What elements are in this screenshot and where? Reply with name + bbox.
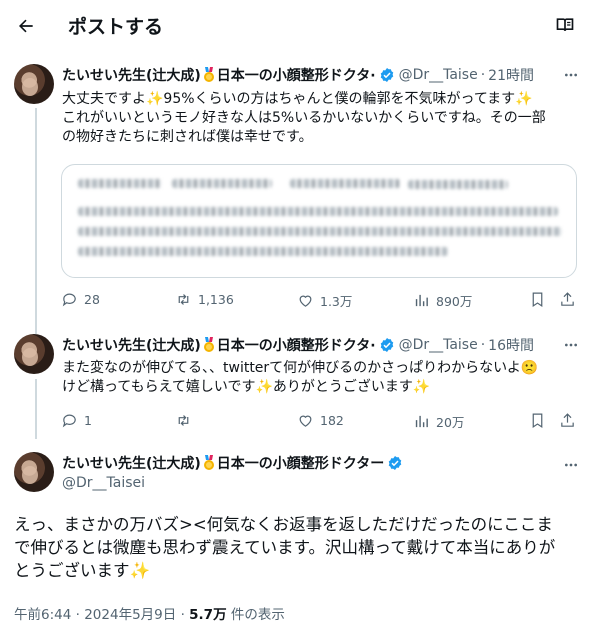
handle[interactable]: @Dr__Taise — [399, 67, 478, 83]
share-icon — [561, 413, 574, 427]
blurred-content — [78, 247, 448, 256]
page-title: ポストする — [68, 16, 164, 38]
thread-connector — [35, 108, 37, 334]
like-button[interactable]: 182 — [297, 412, 344, 429]
post-time[interactable]: 16時間 — [488, 335, 534, 355]
blurred-content — [172, 179, 272, 188]
reply-icon — [62, 414, 76, 428]
avatar[interactable] — [14, 64, 54, 104]
verified-badge-icon — [380, 338, 393, 352]
verified-badge-icon — [380, 68, 393, 82]
blurred-content — [78, 179, 162, 188]
bookmark-icon — [532, 413, 543, 429]
share-button[interactable] — [559, 412, 576, 429]
arrow-left-icon — [19, 19, 33, 33]
post-text-line: これがいいというモノ好きな人は5%いるかいないかくらいですね。その一部 — [62, 110, 546, 126]
post-text-line: とうございます✨ — [14, 561, 151, 580]
like-count: 182 — [320, 413, 344, 428]
display-name-suffix[interactable]: 日本一の小顔整形ドクター — [217, 453, 384, 473]
blurred-content — [290, 179, 400, 188]
medal-icon — [202, 67, 216, 83]
display-name-suffix[interactable]: 日本一の小顔整形ドクタ· — [217, 335, 376, 355]
repost-count: 1,136 — [198, 292, 234, 307]
post-header: ポストする — [0, 0, 592, 52]
handle[interactable]: @Dr__Taise — [399, 337, 478, 353]
reply-count: 28 — [84, 292, 100, 307]
views-button[interactable]: 890万 — [413, 291, 472, 310]
repost-button[interactable] — [175, 412, 198, 429]
separator-dot: · — [75, 607, 85, 623]
post-author-row: たいせい先生(辻大成) 日本一の小顔整形ドクター — [62, 453, 403, 473]
reply-button[interactable]: 1 — [61, 412, 92, 429]
handle[interactable]: @Dr__Taisei — [62, 475, 145, 491]
reply-count: 1 — [84, 413, 92, 428]
display-name[interactable]: たいせい先生(辻大成) — [62, 65, 201, 85]
analytics-icon — [415, 294, 428, 307]
post-author-row: たいせい先生(辻大成) 日本一の小顔整形ドクタ· @Dr__Taise · 21… — [62, 65, 534, 85]
post-text-line: また変なのが伸びてる、、twitterて何が伸びるのかさっぱりわからないよ🙁 — [62, 360, 539, 376]
post-text: 大丈夫ですよ✨95%くらいの方はちゃんと僕の輪郭を不気味がってます✨ これがいい… — [62, 90, 582, 147]
blurred-content — [78, 207, 558, 216]
medal-icon — [202, 337, 216, 353]
bookmark-button[interactable] — [529, 291, 546, 308]
more-options-button[interactable] — [561, 335, 581, 355]
post-text-line: 大丈夫ですよ✨95%くらいの方はちゃんと僕の輪郭を不気味がってます✨ — [62, 91, 533, 107]
display-name[interactable]: たいせい先生(辻大成) — [62, 453, 201, 473]
share-button[interactable] — [559, 291, 576, 308]
heart-icon — [299, 295, 312, 307]
post-text: えっ、まさかの万バズ><何気なくお返事を返しただけだったのにここま で伸びるとは… — [14, 513, 580, 582]
avatar[interactable] — [14, 452, 54, 492]
reply-icon — [62, 293, 76, 307]
repost-icon — [178, 415, 189, 426]
bookmark-icon — [532, 292, 543, 308]
book-open-icon — [556, 18, 574, 31]
medal-icon — [202, 455, 216, 471]
post-text-line: えっ、まさかの万バズ><何気なくお返事を返しただけだったのにここま — [14, 515, 553, 534]
post-actions: 28 1,136 1.3万 890万 — [61, 291, 579, 311]
post-time[interactable]: 21時間 — [488, 65, 534, 85]
blurred-content — [408, 180, 508, 189]
bookmark-button[interactable] — [529, 412, 546, 429]
views-label: 件の表示 — [230, 607, 285, 623]
reply-button[interactable]: 28 — [61, 291, 100, 308]
repost-button[interactable]: 1,136 — [175, 291, 234, 308]
verified-badge-icon — [388, 456, 402, 470]
more-options-button[interactable] — [561, 455, 581, 475]
post-author-row: たいせい先生(辻大成) 日本一の小顔整形ドクタ· @Dr__Taise · 16… — [62, 335, 534, 355]
views-count: 890万 — [436, 294, 473, 309]
display-name-suffix[interactable]: 日本一の小顔整形ドクタ· — [217, 65, 376, 85]
back-button[interactable] — [10, 10, 42, 42]
quoted-post-card-blurred[interactable] — [61, 164, 577, 278]
more-horizontal-icon — [565, 463, 577, 467]
heart-icon — [299, 415, 312, 427]
post-timestamp[interactable]: 午前6:44 — [14, 607, 71, 623]
post-text-line: けど構ってもらえて嬉しいです✨ありがとうございます✨ — [62, 379, 431, 395]
more-horizontal-icon — [565, 343, 577, 347]
more-horizontal-icon — [565, 73, 577, 77]
display-name[interactable]: たいせい先生(辻大成) — [62, 335, 201, 355]
post-text-line: で伸びるとは微塵も思わず震えています。沢山構って戴けて本当にありが — [14, 538, 556, 557]
share-icon — [561, 292, 574, 306]
avatar[interactable] — [14, 334, 54, 374]
views-button[interactable]: 20万 — [413, 412, 464, 431]
post-text-line: の物好きたちに刺されば僕は幸せです。 — [62, 129, 313, 145]
more-options-button[interactable] — [561, 65, 581, 85]
views-count: 20万 — [436, 415, 465, 430]
separator-dot: · — [480, 337, 486, 353]
post-actions: 1 182 20万 — [61, 412, 579, 432]
post-date[interactable]: 2024年5月9日 — [84, 607, 176, 623]
blurred-content — [78, 227, 562, 236]
views-total: 5.7万 — [189, 607, 227, 623]
analytics-icon — [415, 415, 428, 428]
separator-dot: · — [480, 67, 486, 83]
thread-connector — [35, 379, 37, 439]
separator-dot: · — [180, 607, 190, 623]
post-meta: 午前6:44 · 2024年5月9日 · 5.7万 件の表示 — [14, 603, 285, 623]
like-button[interactable]: 1.3万 — [297, 291, 352, 310]
reader-mode-button[interactable] — [552, 12, 578, 38]
repost-icon — [178, 294, 189, 305]
like-count: 1.3万 — [320, 294, 353, 309]
post-text: また変なのが伸びてる、、twitterて何が伸びるのかさっぱりわからないよ🙁 け… — [62, 359, 582, 397]
